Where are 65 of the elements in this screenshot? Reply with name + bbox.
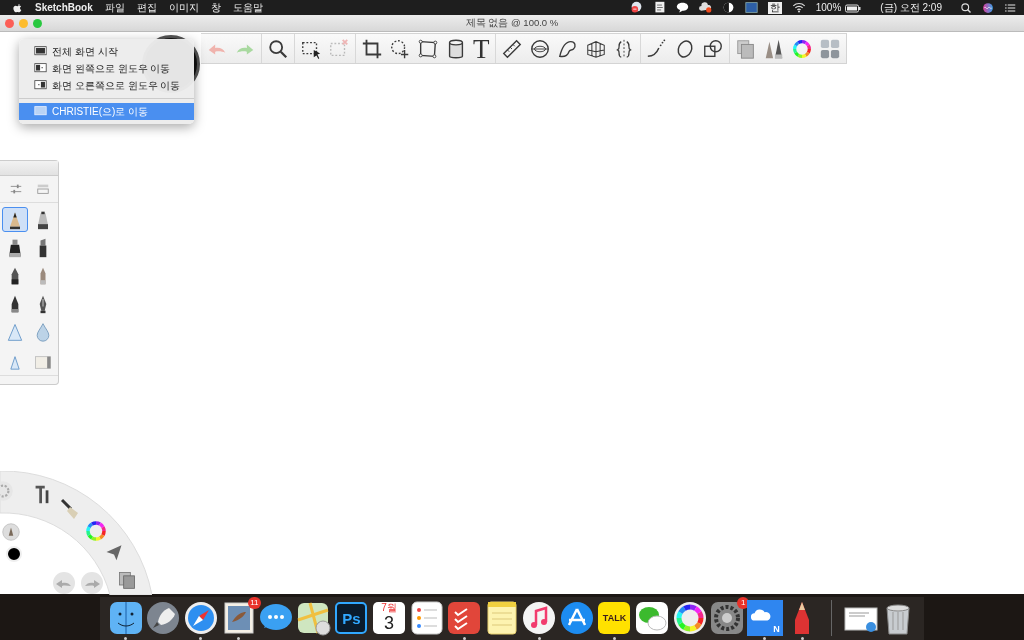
grid-icon[interactable] xyxy=(818,37,841,60)
ellipse-guide-icon[interactable] xyxy=(528,37,551,60)
input-source-indicator[interactable]: 한 xyxy=(767,1,782,14)
checklist-icon[interactable] xyxy=(408,600,445,636)
gear-icon[interactable] xyxy=(709,600,746,636)
curve-icon[interactable] xyxy=(645,37,668,60)
cloud-icon[interactable] xyxy=(698,1,712,14)
copy-icon[interactable] xyxy=(734,37,757,60)
menu-item[interactable]: 편집 xyxy=(136,0,157,15)
wifi-icon[interactable] xyxy=(791,1,806,14)
zoom-icon[interactable] xyxy=(267,37,289,60)
screen-icon[interactable] xyxy=(744,1,758,14)
transform-icon[interactable] xyxy=(417,37,439,60)
photoshop-app[interactable]: Ps xyxy=(335,602,368,634)
finder-icon[interactable] xyxy=(107,600,144,636)
compass-icon[interactable] xyxy=(182,600,219,636)
menu-item[interactable]: 파일 xyxy=(104,0,125,15)
contrast-icon[interactable] xyxy=(721,1,735,14)
list-icon[interactable] xyxy=(1004,1,1016,14)
crop-icon[interactable] xyxy=(361,37,383,60)
talk-app[interactable]: TALK xyxy=(598,602,631,634)
app-circle-icon[interactable] xyxy=(629,1,643,14)
drawing-canvas[interactable]: 전체 화면 시작 화면 왼쪽으로 윈도우 이동 화면 오른쪽으로 윈도우 이동 CHRISTIE(으)로 이동 T xyxy=(0,32,1024,594)
sliders-icon[interactable] xyxy=(8,182,23,196)
speech-bubble-icon[interactable] xyxy=(675,1,689,14)
color-wheel-icon[interactable] xyxy=(84,519,108,543)
menu-bar-clock[interactable]: (금) 오전 2:09 xyxy=(880,0,942,15)
document-icon[interactable] xyxy=(652,1,666,14)
calendar-day: 3 xyxy=(383,613,394,633)
menu-item[interactable]: 창 xyxy=(210,0,221,15)
menu-item[interactable]: 화면 왼쪽으로 윈도우 이동 xyxy=(19,60,195,77)
layers-icon[interactable] xyxy=(117,570,137,590)
lasso-icon[interactable] xyxy=(389,37,411,60)
shapes-icon[interactable] xyxy=(701,37,724,60)
ring-icon[interactable] xyxy=(671,600,708,636)
calendar-app[interactable]: 7월 3 xyxy=(372,602,405,634)
fullscreen-icon xyxy=(33,45,48,58)
app-menu[interactable]: SketchBook xyxy=(35,2,93,13)
siri-icon[interactable] xyxy=(982,1,994,14)
menu-item[interactable]: 도움말 xyxy=(232,0,263,15)
redo-icon[interactable] xyxy=(80,571,104,595)
chat-bubbles-icon[interactable] xyxy=(634,600,671,636)
ruler-icon[interactable] xyxy=(500,37,523,60)
music-note-icon[interactable] xyxy=(521,600,558,636)
menu-item[interactable]: 이미지 xyxy=(168,0,199,15)
menu-item[interactable]: 화면 오른쪽으로 윈도우 이동 xyxy=(19,77,195,94)
text-tool[interactable]: T xyxy=(473,36,490,61)
battery-percentage: 100% xyxy=(815,2,842,13)
stacked-checks-icon[interactable] xyxy=(446,600,483,636)
menu-item[interactable]: 전체 화면 시작 xyxy=(19,43,195,60)
brush-button[interactable] xyxy=(2,207,28,232)
calendar-month: 7월 xyxy=(381,602,397,613)
color-swatch[interactable] xyxy=(6,546,22,562)
tile-right-icon xyxy=(33,79,48,92)
undo-icon[interactable] xyxy=(52,571,76,595)
app-letter: N xyxy=(773,624,780,634)
color-wheel-icon[interactable] xyxy=(790,37,813,60)
notification-badge: 11 xyxy=(248,597,261,609)
cloud-app[interactable]: N xyxy=(746,600,783,636)
tile-left-icon xyxy=(33,62,48,75)
window-title: 제목 없음 @ 100.0 % xyxy=(465,16,559,30)
display-icon xyxy=(33,105,48,118)
map-icon[interactable] xyxy=(295,600,332,636)
search-icon[interactable] xyxy=(960,1,972,14)
pencil-icon[interactable] xyxy=(2,523,20,541)
